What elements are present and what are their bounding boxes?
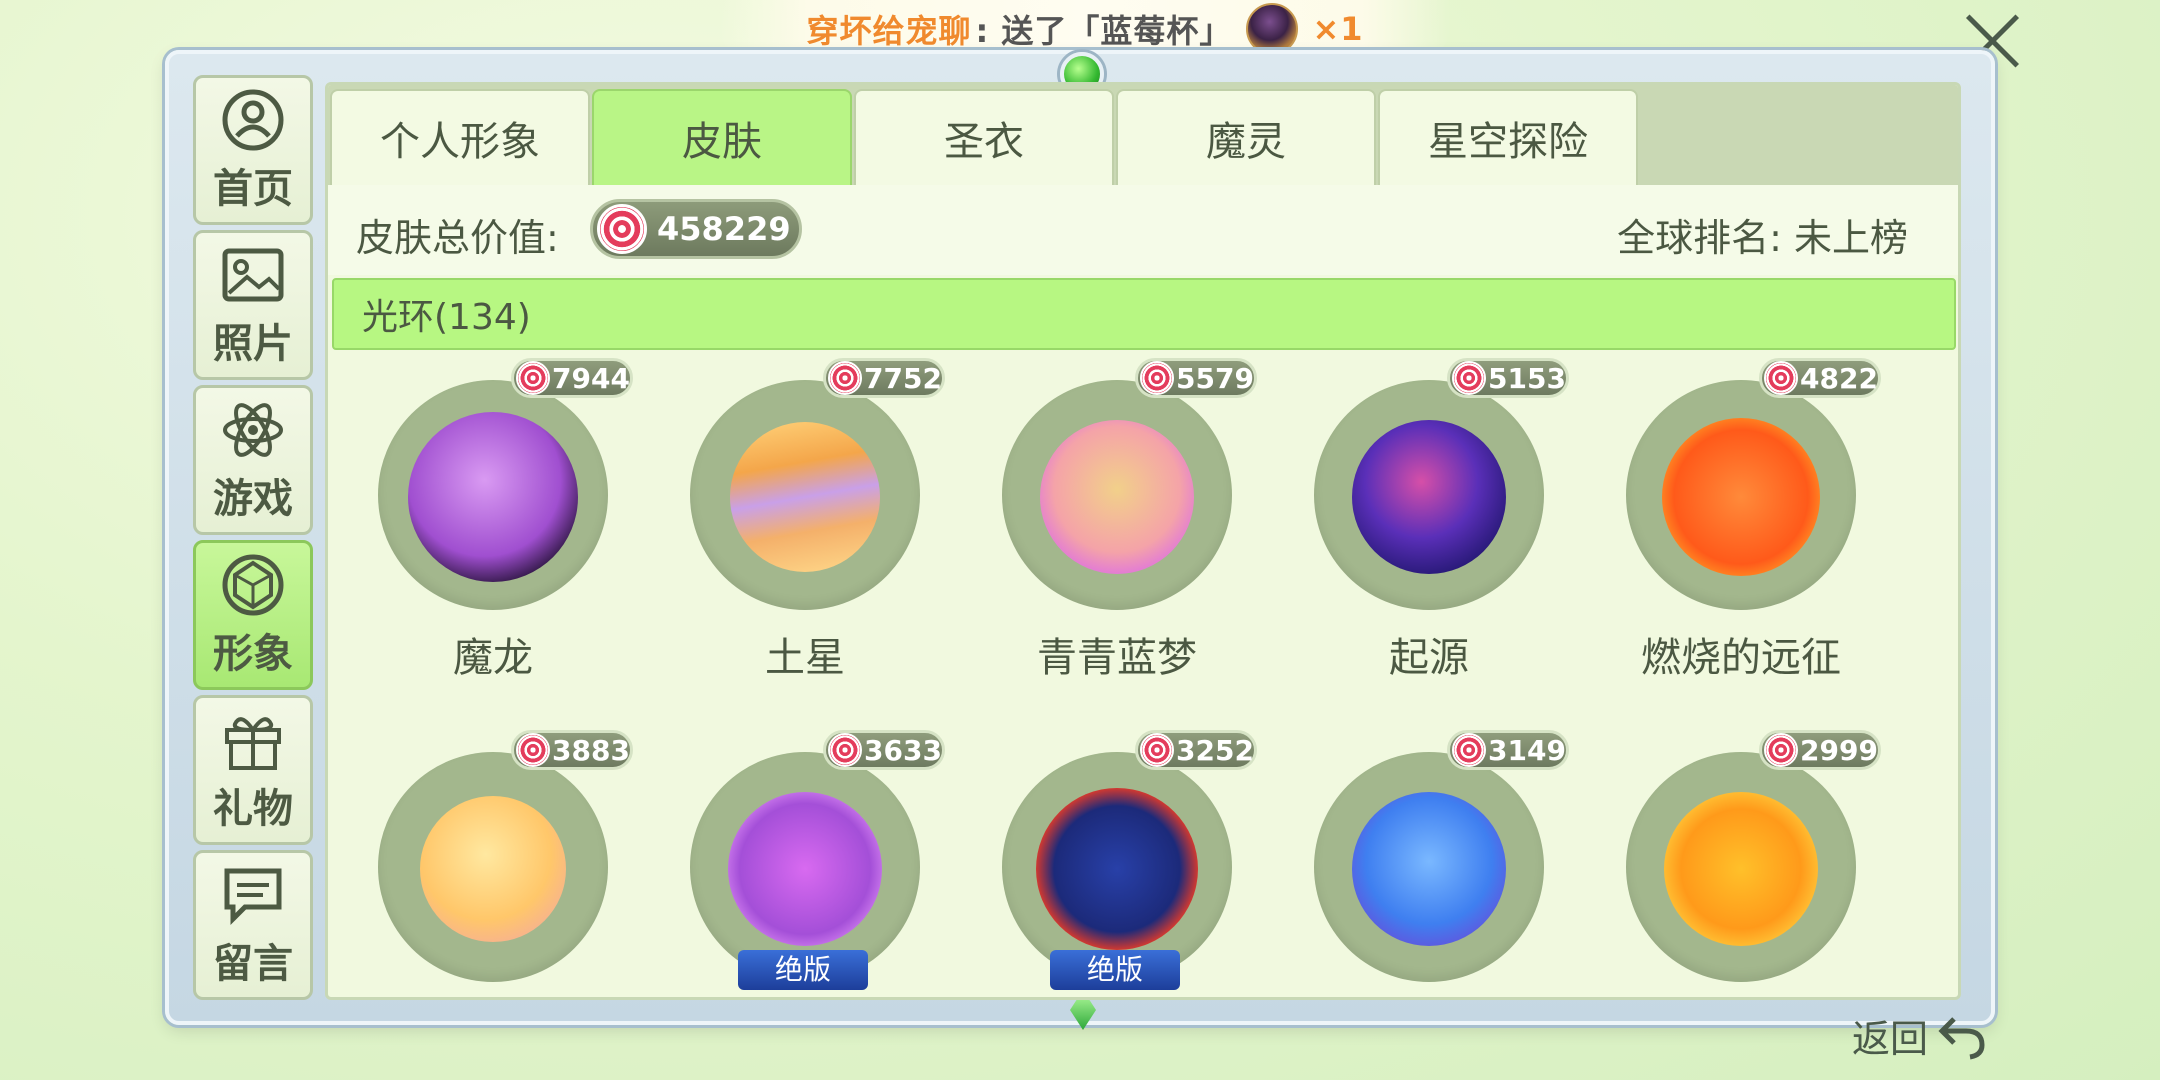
candy-coin-icon: [1452, 361, 1486, 395]
purple-halo-icon: [728, 792, 882, 946]
candy-coin-icon: [1764, 733, 1798, 767]
return-arrow-icon: [1938, 1017, 1985, 1060]
back-label: 返回: [1852, 1016, 1929, 1061]
sidebar-item-game[interactable]: 游戏: [193, 385, 313, 535]
skin-item[interactable]: 7752 土星: [640, 350, 960, 681]
tab-personal-image[interactable]: 个人形象: [330, 89, 590, 185]
sidebar-item-label: 礼物: [213, 786, 293, 832]
limited-edition-tag: 绝版: [738, 950, 868, 990]
price-badge: 4822: [1759, 358, 1881, 398]
candy-coin-icon: [597, 204, 647, 254]
photo-icon: [222, 248, 284, 302]
sidebar-item-label: 照片: [213, 321, 293, 367]
candy-coin-icon: [516, 733, 550, 767]
total-value-label: 皮肤总价值:: [356, 216, 559, 260]
price-value: 4822: [1800, 361, 1878, 395]
candy-coin-icon: [1140, 361, 1174, 395]
limited-edition-tag: 绝版: [1050, 950, 1180, 990]
gift-icon: [225, 717, 281, 770]
price-value: 7752: [864, 361, 942, 395]
gem-icon: [222, 554, 284, 616]
home-icon: [222, 89, 284, 151]
tab-star-exploration[interactable]: 星空探险: [1378, 89, 1638, 185]
price-value: 7944: [552, 361, 630, 395]
sidebar-item-gift[interactable]: 礼物: [193, 695, 313, 845]
price-value: 3252: [1176, 733, 1254, 767]
skin-item[interactable]: 5153 起源: [1264, 350, 1584, 681]
global-rank-text: 全球排名: 未上榜: [1617, 216, 1908, 260]
skin-item[interactable]: 3633 绝版: [640, 722, 960, 997]
sidebar-item-label: 形象: [213, 631, 293, 677]
notification-message: : 送了「蓝莓杯」: [975, 12, 1233, 50]
price-badge: 3149: [1447, 730, 1569, 770]
blueberry-cup-icon: [1246, 3, 1299, 55]
price-badge: 7944: [511, 358, 633, 398]
blue-dream-halo-icon: [1040, 420, 1194, 574]
sidebar-item-label: 首页: [213, 166, 293, 212]
back-button[interactable]: 返回: [1852, 1000, 1992, 1070]
price-badge: 7752: [823, 358, 945, 398]
blue-halo-icon: [1352, 792, 1506, 946]
price-badge: 2999: [1759, 730, 1881, 770]
skin-item[interactable]: 3252 绝版: [952, 722, 1272, 997]
price-badge: 3252: [1135, 730, 1257, 770]
skin-name: 土星: [765, 635, 845, 681]
content-panel: 个人形象 皮肤 圣衣 魔灵 星空探险 皮肤总价值: 458229 全球排名: 未…: [325, 82, 1961, 1000]
category-header-halo[interactable]: 光环(134): [332, 278, 1956, 350]
message-icon: [224, 868, 282, 926]
skin-item[interactable]: 4822 燃烧的远征: [1576, 350, 1896, 681]
skin-item[interactable]: 7944 魔龙: [328, 350, 648, 681]
price-value: 2999: [1800, 733, 1878, 767]
golden-halo-icon: [1664, 792, 1818, 946]
skin-item[interactable]: 3149: [1264, 722, 1584, 997]
price-badge: 3633: [823, 730, 945, 770]
sidebar-item-message[interactable]: 留言: [193, 850, 313, 1000]
skin-grid: 7944 魔龙 7752 土星 5579 青青蓝梦 5153 起源 4822 燃…: [328, 350, 1958, 997]
tab-skin[interactable]: 皮肤: [592, 89, 852, 185]
sun-halo-icon: [420, 796, 566, 942]
sidebar: 首页 照片 游戏 形象 礼物 留言: [193, 75, 313, 1005]
total-value: 458229: [657, 210, 791, 248]
skin-name: 青青蓝梦: [1037, 635, 1197, 681]
tab-holy-cloth[interactable]: 圣衣: [854, 89, 1114, 185]
skin-item[interactable]: 2999: [1576, 722, 1896, 997]
notification-count: ×1: [1312, 10, 1364, 48]
dragon-halo-icon: [408, 412, 578, 582]
knight-halo-icon: [1036, 788, 1198, 950]
saturn-halo-icon: [730, 422, 880, 572]
tab-demon-spirit[interactable]: 魔灵: [1116, 89, 1376, 185]
sidebar-item-label: 游戏: [213, 476, 293, 522]
price-value: 5153: [1488, 361, 1566, 395]
atom-icon: [223, 403, 283, 457]
sidebar-item-label: 留言: [213, 941, 293, 987]
price-value: 3633: [864, 733, 942, 767]
skin-item[interactable]: 5579 青青蓝梦: [952, 350, 1272, 681]
price-badge: 5153: [1447, 358, 1569, 398]
tab-bar: 个人形象 皮肤 圣衣 魔灵 星空探险: [328, 85, 1958, 185]
notification-sender: 穿坏给宠聊: [806, 12, 972, 50]
price-value: 3149: [1488, 733, 1566, 767]
total-value-pill: 458229: [590, 199, 802, 259]
skin-name: 起源: [1389, 635, 1469, 681]
skin-stats-bar: 皮肤总价值: 458229 全球排名: 未上榜: [328, 185, 1958, 275]
candy-coin-icon: [516, 361, 550, 395]
price-value: 5579: [1176, 361, 1254, 395]
price-badge: 3883: [511, 730, 633, 770]
candy-coin-icon: [828, 733, 862, 767]
skin-name: 魔龙: [453, 635, 533, 681]
candy-coin-icon: [1452, 733, 1486, 767]
skin-name: 燃烧的远征: [1641, 635, 1841, 681]
burning-expedition-halo-icon: [1662, 418, 1820, 576]
sidebar-item-image[interactable]: 形象: [193, 540, 313, 690]
skin-item[interactable]: 3883: [328, 722, 648, 997]
price-badge: 5579: [1135, 358, 1257, 398]
candy-coin-icon: [1140, 733, 1174, 767]
sidebar-item-home[interactable]: 首页: [193, 75, 313, 225]
candy-coin-icon: [1764, 361, 1798, 395]
origin-halo-icon: [1352, 420, 1506, 574]
sidebar-item-photo[interactable]: 照片: [193, 230, 313, 380]
candy-coin-icon: [828, 361, 862, 395]
price-value: 3883: [552, 733, 630, 767]
